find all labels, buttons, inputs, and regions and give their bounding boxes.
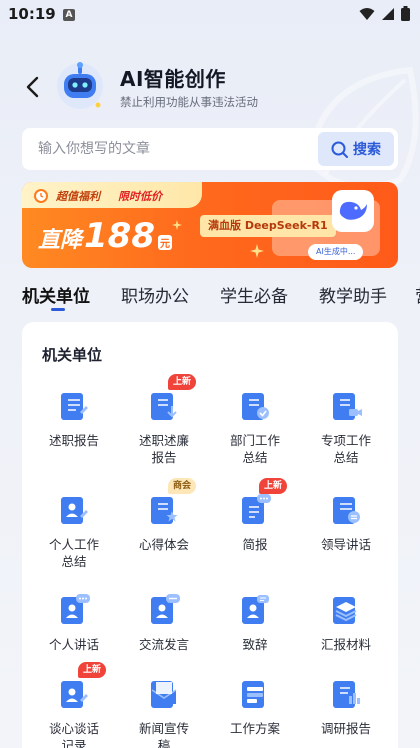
tool-item-label: 工作方案 <box>229 721 280 736</box>
tool-item-label: 调研报告 <box>320 721 371 736</box>
tool-item[interactable]: 新闻宣传稿 <box>117 676 211 748</box>
back-arrow-icon[interactable] <box>22 75 46 99</box>
tool-item-label: 个人讲话 <box>48 637 99 652</box>
tool-item[interactable]: 个人工作总结 <box>27 492 121 570</box>
new-badge: 上新 <box>78 662 107 678</box>
new-badge: 上新 <box>259 478 288 494</box>
banner-price-unit: 元 <box>158 235 172 250</box>
search-button[interactable]: 搜索 <box>318 132 394 166</box>
tool-item-label: 部门工作总结 <box>229 433 280 465</box>
banner-price-prefix: 直降 <box>38 228 83 253</box>
alarm-clock-icon <box>34 189 48 203</box>
download-doc-icon: 上新 <box>146 374 197 424</box>
chat-doc-icon: 上新 <box>237 478 288 528</box>
tool-item[interactable]: 部门工作总结 <box>208 388 302 466</box>
tool-item[interactable]: 上新简报 <box>208 478 302 553</box>
tool-item-label: 专项工作总结 <box>320 433 371 465</box>
search-bar: 搜索 <box>22 128 398 170</box>
research-icon <box>328 676 364 712</box>
sparkle-icon <box>250 244 264 258</box>
category-tabs: 机关单位 职场办公 学生必备 教学助手 营 <box>0 278 420 314</box>
notification-icon: A <box>63 9 75 21</box>
banner-tag-limited: 限时低价 <box>118 190 162 203</box>
tool-item-label: 简报 <box>242 537 268 552</box>
header: AI智能创作 禁止利用功能从事违法活动 <box>0 55 420 115</box>
tool-item-label: 个人工作总结 <box>48 537 99 569</box>
check-doc-icon <box>237 388 273 424</box>
promo-banner[interactable]: 超值福利 限时低价 直降 188 元 满血版 DeepSeek-R1 AI生成中… <box>22 182 398 268</box>
exchange-icon <box>146 592 182 628</box>
tool-item-label: 新闻宣传稿 <box>138 721 189 748</box>
tool-item[interactable]: 个人讲话 <box>27 592 121 653</box>
category-panel: 机关单位 述职报告 上新 述职述廉报告 部门工作总结 专项工作总结 个人工作总结 商会 心得体… <box>22 322 398 748</box>
section-title: 机关单位 <box>42 346 103 364</box>
page-subtitle: 禁止利用功能从事违法活动 <box>120 95 258 109</box>
search-icon <box>331 141 348 158</box>
tool-item-label: 交流发言 <box>138 637 189 652</box>
tool-item-label: 谈心谈话记录 <box>48 721 99 748</box>
list-doc-icon <box>328 492 364 528</box>
plan-icon <box>237 676 273 712</box>
search-button-label: 搜索 <box>353 142 381 158</box>
signal-icon <box>382 7 394 20</box>
banner-model-pill: 满血版 DeepSeek-R1 <box>200 215 336 237</box>
tool-item[interactable]: 上新述职述廉报告 <box>117 374 211 466</box>
tool-item[interactable]: 述职报告 <box>27 388 121 449</box>
banner-price: 直降 188 元 <box>38 216 172 256</box>
speech-icon <box>237 592 273 628</box>
search-input[interactable] <box>38 128 318 170</box>
banner-generating-label: AI生成中... <box>308 244 364 260</box>
tool-item[interactable]: 汇报材料 <box>299 592 393 653</box>
talk-record-icon: 上新 <box>56 662 107 712</box>
tab-teaching[interactable]: 教学助手 <box>319 282 387 307</box>
tool-item-label: 述职述廉报告 <box>138 433 189 465</box>
tool-item-label: 汇报材料 <box>320 637 371 652</box>
tool-item[interactable]: 商会心得体会 <box>117 478 211 553</box>
tool-item[interactable]: 上新谈心谈话记录 <box>27 662 121 748</box>
report-icon <box>56 388 92 424</box>
status-bar: 10:19 A <box>0 0 420 30</box>
tool-item[interactable]: 致辞 <box>208 592 302 653</box>
deepseek-logo-icon <box>332 190 374 232</box>
sparkle-icon <box>172 220 182 230</box>
tool-item-label: 领导讲话 <box>320 537 371 552</box>
person-edit-icon <box>56 492 92 528</box>
tool-item[interactable]: 交流发言 <box>117 592 211 653</box>
new-badge: 商会 <box>168 478 197 494</box>
page-title: AI智能创作 <box>120 67 226 91</box>
tool-item-label: 心得体会 <box>138 537 189 552</box>
banner-price-number: 188 <box>84 216 155 256</box>
tab-workplace[interactable]: 职场办公 <box>121 282 189 307</box>
tab-more[interactable]: 营 <box>415 282 420 307</box>
star-doc-icon: 商会 <box>146 478 197 528</box>
status-icons <box>359 6 410 21</box>
wifi-icon <box>359 7 375 20</box>
tool-item[interactable]: 专项工作总结 <box>299 388 393 466</box>
tool-item-label: 致辞 <box>242 637 268 652</box>
tab-government[interactable]: 机关单位 <box>22 282 90 307</box>
tab-students[interactable]: 学生必备 <box>220 282 288 307</box>
layers-icon <box>328 592 364 628</box>
battery-icon <box>401 6 410 21</box>
tool-item[interactable]: 调研报告 <box>299 676 393 737</box>
tab-active-indicator <box>51 308 65 311</box>
status-time: 10:19 <box>8 5 56 23</box>
tool-item[interactable]: 领导讲话 <box>299 492 393 553</box>
robot-avatar-icon <box>57 62 103 109</box>
person-speech-icon <box>56 592 92 628</box>
mail-icon <box>146 676 182 712</box>
tool-item-label: 述职报告 <box>48 433 99 448</box>
video-doc-icon <box>328 388 364 424</box>
banner-tag-value: 超值福利 <box>56 190 100 203</box>
tool-item[interactable]: 工作方案 <box>208 676 302 737</box>
new-badge: 上新 <box>168 374 197 390</box>
